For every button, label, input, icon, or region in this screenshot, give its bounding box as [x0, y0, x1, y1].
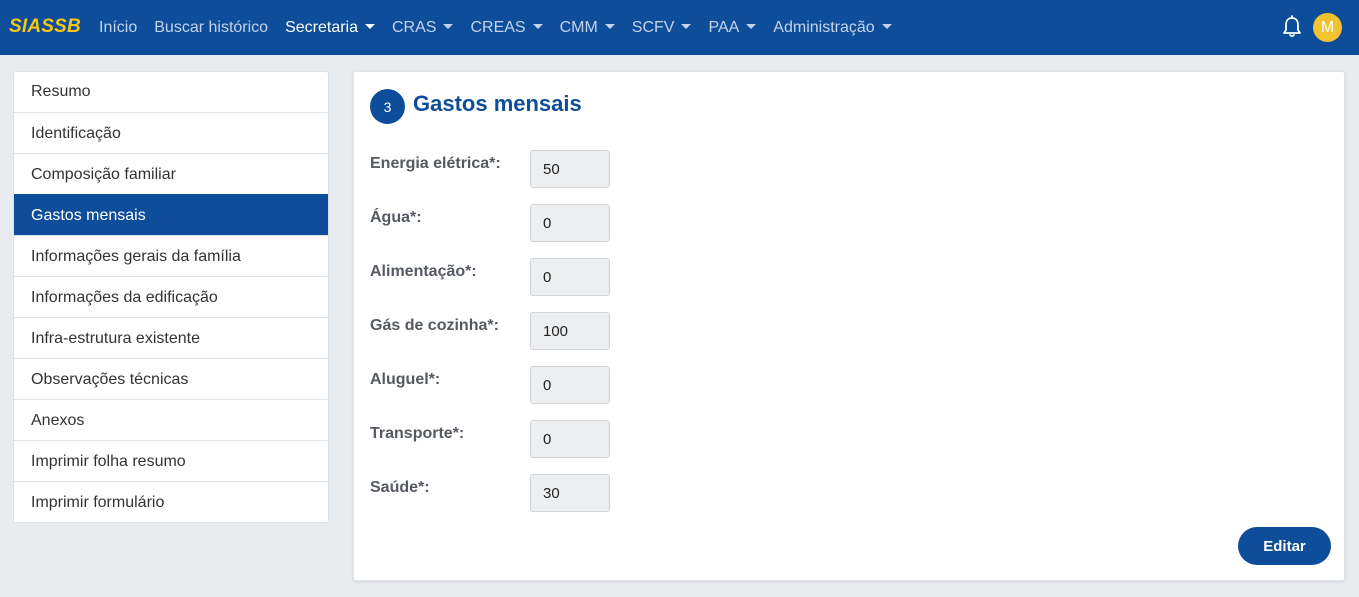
nav-item-buscar-historico[interactable]: Buscar histórico — [154, 19, 268, 37]
edit-button[interactable]: Editar — [1238, 527, 1331, 565]
field-label-aluguel: Aluguel*: — [370, 371, 441, 388]
sidebar-item-composicao-familiar[interactable]: Composição familiar — [14, 153, 328, 194]
field-input-gas-de-cozinha[interactable] — [530, 312, 610, 350]
caret-down-icon — [881, 24, 892, 29]
nav-item-label: Administração — [773, 18, 875, 36]
nav-item-label: PAA — [708, 18, 740, 36]
nav-item-creas[interactable]: CREAS — [470, 18, 543, 37]
user-avatar[interactable]: M — [1313, 13, 1342, 42]
nav-item-cmm[interactable]: CMM — [560, 19, 615, 37]
field-label-transporte: Transporte*: — [370, 425, 465, 442]
nav-item-inicio[interactable]: Início — [99, 19, 137, 37]
nav-item-scfv[interactable]: SCFV — [632, 19, 692, 37]
field-label-saude: Saúde*: — [370, 479, 430, 496]
section-sidebar: Resumo Identificação Composição familiar Ga… — [13, 71, 329, 523]
sidebar-item-imprimir-folha-resumo[interactable]: Imprimir folha resumo — [14, 440, 328, 481]
caret-down-icon — [365, 24, 375, 29]
sidebar-item-informacoes-gerais-da-familia[interactable]: Informações gerais da família — [14, 235, 328, 276]
caret-down-icon — [604, 24, 615, 29]
field-label-gas-de-cozinha: Gás de cozinha*: — [370, 317, 499, 334]
field-input-agua[interactable] — [530, 204, 610, 242]
sidebar-item-anexos[interactable]: Anexos — [14, 399, 328, 440]
sidebar-item-resumo[interactable]: Resumo — [14, 72, 328, 112]
nav-item-label: SCFV — [631, 18, 675, 36]
nav-item-cras[interactable]: CRAS — [392, 18, 454, 37]
sidebar-item-gastos-mensais[interactable]: Gastos mensais — [14, 194, 328, 235]
top-navbar: SIASSB Início Buscar histórico Secretaria C… — [0, 0, 1359, 55]
field-input-aluguel[interactable] — [530, 366, 610, 404]
nav-item-paa[interactable]: PAA — [708, 18, 757, 37]
field-label-energia-eletrica: Energia elétrica*: — [370, 155, 501, 172]
caret-down-icon — [443, 24, 454, 29]
sidebar-item-identificacao[interactable]: Identificação — [14, 112, 328, 153]
nav-item-label: CMM — [559, 18, 598, 36]
caret-down-icon — [532, 24, 543, 29]
step-number-badge: 3 — [370, 89, 405, 124]
nav-item-administracao[interactable]: Administração — [773, 18, 892, 37]
field-input-alimentacao[interactable] — [530, 258, 610, 296]
field-input-transporte[interactable] — [530, 420, 610, 458]
sidebar-item-observacoes-tecnicas[interactable]: Observações técnicas — [14, 358, 328, 399]
field-input-energia-eletrica[interactable] — [530, 150, 610, 188]
caret-down-icon — [681, 24, 692, 29]
sidebar-item-imprimir-formulario[interactable]: Imprimir formulário — [14, 481, 328, 522]
nav-item-label: Secretaria — [285, 18, 358, 36]
nav-item-label: CREAS — [470, 18, 526, 36]
nav-item-label: Buscar histórico — [154, 18, 269, 36]
section-card: 3 Gastos mensais Energia elétrica*: Água*… — [353, 71, 1345, 581]
field-input-saude[interactable] — [530, 474, 610, 512]
field-label-agua: Água*: — [370, 209, 422, 226]
nav-item-label: CRAS — [392, 18, 437, 36]
nav-item-label: Início — [99, 18, 138, 36]
caret-down-icon — [746, 24, 757, 29]
sidebar-item-informacoes-da-edificacao[interactable]: Informações da edificação — [14, 276, 328, 317]
field-label-alimentacao: Alimentação*: — [370, 263, 477, 280]
sidebar-item-infra-estrutura-existente[interactable]: Infra-estrutura existente — [14, 317, 328, 358]
main-nav: Início Buscar histórico Secretaria CRAS CREA… — [99, 0, 909, 55]
bell-icon[interactable] — [1281, 15, 1303, 39]
section-title: Gastos mensais — [413, 91, 582, 116]
brand-logo[interactable]: SIASSB — [9, 16, 81, 38]
nav-item-secretaria[interactable]: Secretaria — [285, 19, 375, 37]
